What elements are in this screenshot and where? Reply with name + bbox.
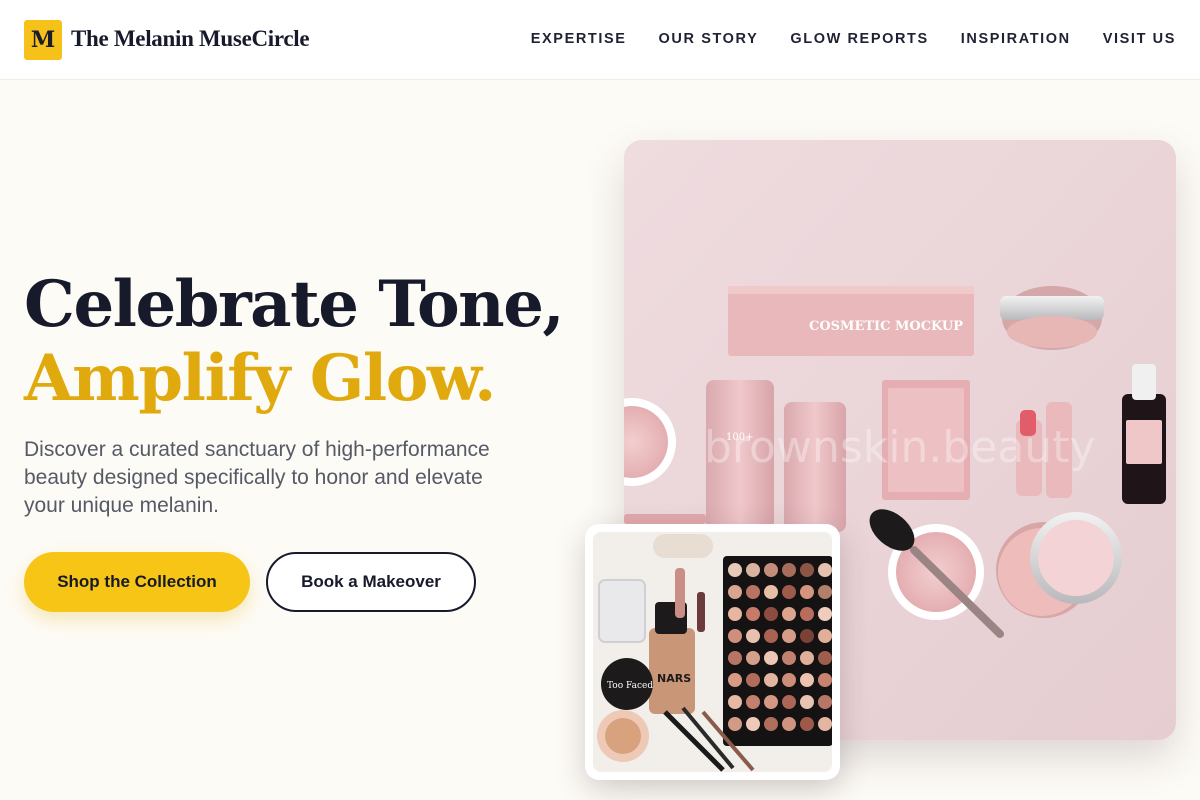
- makeup-palette-illustration: NARS Too Faced: [593, 532, 832, 772]
- svg-text:Too Faced: Too Faced: [607, 681, 653, 691]
- headline-line-1: Celebrate Tone,: [24, 267, 565, 342]
- book-makeover-button[interactable]: Book a Makeover: [266, 552, 476, 612]
- nav-link-inspiration[interactable]: INSPIRATION: [961, 31, 1071, 47]
- svg-text:COSMETIC MOCKUP: COSMETIC MOCKUP: [809, 319, 963, 334]
- shop-collection-button[interactable]: Shop the Collection: [24, 552, 250, 612]
- nav-link-glow-reports[interactable]: GLOW REPORTS: [790, 31, 928, 47]
- inset-photo-inner: NARS Too Faced: [593, 532, 832, 772]
- brand-name[interactable]: The Melanin MuseCircle: [71, 26, 310, 52]
- logo-mark[interactable]: M: [24, 20, 62, 60]
- main-nav: EXPERTISE OUR STORY GLOW REPORTS INSPIRA…: [499, 31, 1176, 47]
- nav-link-our-story[interactable]: OUR STORY: [659, 31, 759, 47]
- hero-subcopy: Discover a curated sanctuary of high-per…: [24, 438, 490, 517]
- site-header: M The Melanin MuseCircle EXPERTISE OUR S…: [0, 0, 1200, 80]
- hero-headline: Celebrate Tone, Amplify Glow.: [24, 267, 565, 416]
- headline-line-2: Amplify Glow.: [24, 341, 496, 416]
- inset-makeup-photo: NARS Too Faced: [585, 524, 840, 780]
- main-image-watermark: brownskin.beauty: [704, 422, 1096, 473]
- nav-link-visit-us[interactable]: VISIT US: [1103, 31, 1176, 47]
- nav-link-expertise[interactable]: EXPERTISE: [531, 31, 627, 47]
- svg-text:NARS: NARS: [657, 672, 691, 685]
